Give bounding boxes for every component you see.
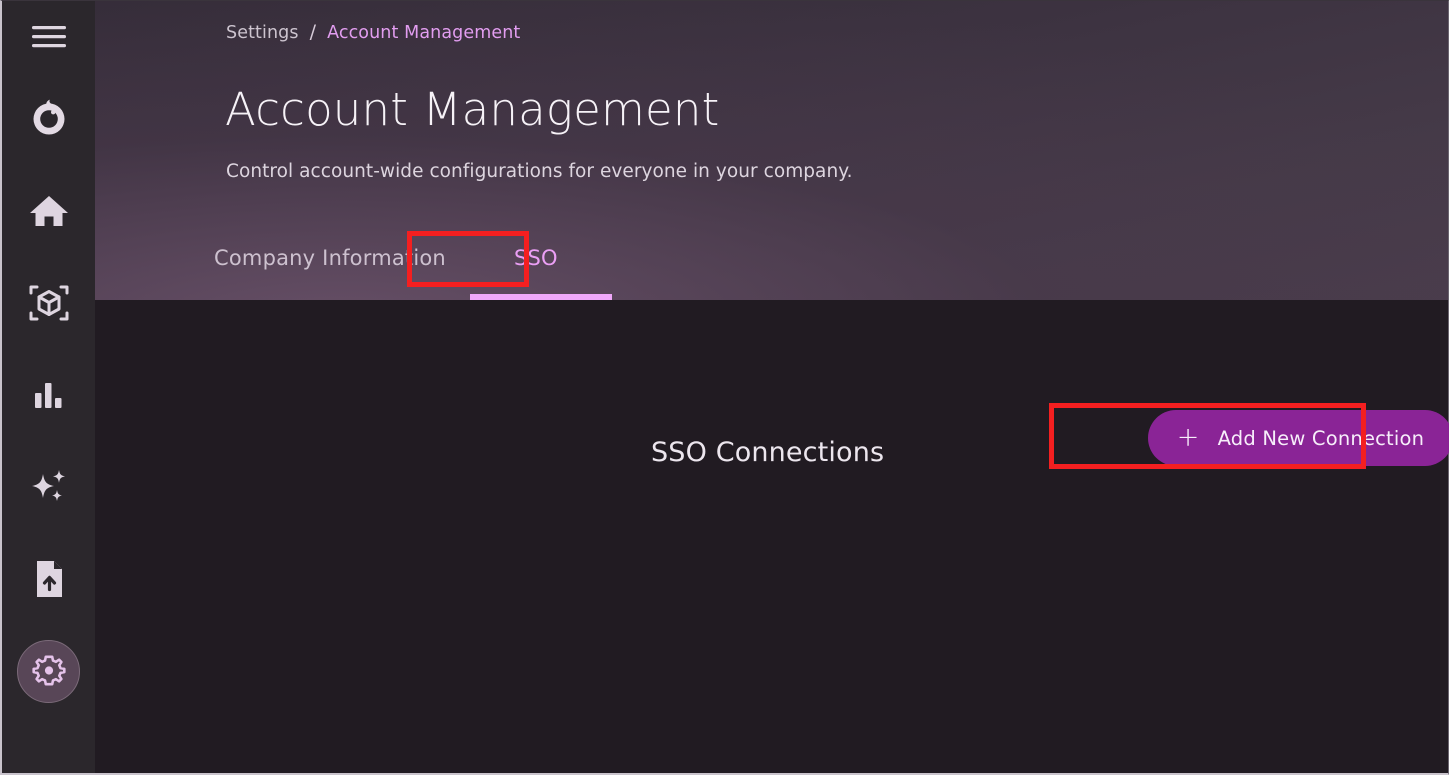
sidebar-item-models[interactable] bbox=[2, 257, 95, 349]
file-upload-icon bbox=[31, 558, 67, 600]
sidebar-item-upload[interactable] bbox=[2, 533, 95, 625]
tab-bar: Company Information SSO bbox=[214, 226, 602, 300]
sidebar-nav bbox=[2, 1, 95, 773]
app-window: Settings / Account Management Account Ma… bbox=[0, 0, 1449, 775]
breadcrumb: Settings / Account Management bbox=[226, 21, 520, 43]
home-icon bbox=[28, 191, 70, 231]
sparkles-icon bbox=[28, 466, 70, 508]
sso-connections-panel: SSO Connections + Add New Connection bbox=[95, 404, 1448, 500]
sidebar-item-brand-logo[interactable] bbox=[2, 73, 95, 165]
sidebar-item-ai-assistant[interactable] bbox=[2, 441, 95, 533]
sso-connections-heading: SSO Connections bbox=[651, 437, 884, 468]
gear-icon bbox=[32, 654, 66, 688]
sidebar-item-home[interactable] bbox=[2, 165, 95, 257]
add-new-connection-button[interactable]: + Add New Connection bbox=[1148, 410, 1449, 466]
page-title: Account Management bbox=[225, 87, 719, 132]
sidebar-item-menu-toggle[interactable] bbox=[2, 1, 95, 73]
page-header: Settings / Account Management Account Ma… bbox=[95, 1, 1448, 300]
add-new-connection-label: Add New Connection bbox=[1218, 427, 1425, 450]
page-subtitle: Control account-wide configurations for … bbox=[226, 161, 853, 182]
settings-active-indicator bbox=[17, 640, 80, 703]
sidebar-item-settings[interactable] bbox=[2, 625, 95, 717]
cube-scan-icon bbox=[27, 281, 71, 325]
flame-ring-logo-icon bbox=[26, 96, 72, 142]
main-area: Settings / Account Management Account Ma… bbox=[95, 1, 1448, 773]
sidebar-item-analytics[interactable] bbox=[2, 349, 95, 441]
breadcrumb-settings[interactable]: Settings bbox=[226, 23, 299, 43]
breadcrumb-account-management[interactable]: Account Management bbox=[327, 23, 520, 43]
content-area: SSO Connections + Add New Connection bbox=[95, 300, 1448, 773]
tab-sso[interactable]: SSO bbox=[470, 226, 602, 300]
plus-icon: + bbox=[1177, 424, 1200, 451]
bar-chart-icon bbox=[31, 378, 67, 412]
breadcrumb-separator: / bbox=[310, 21, 317, 43]
hamburger-menu-icon bbox=[30, 23, 68, 51]
tab-company-information[interactable]: Company Information bbox=[214, 226, 470, 300]
